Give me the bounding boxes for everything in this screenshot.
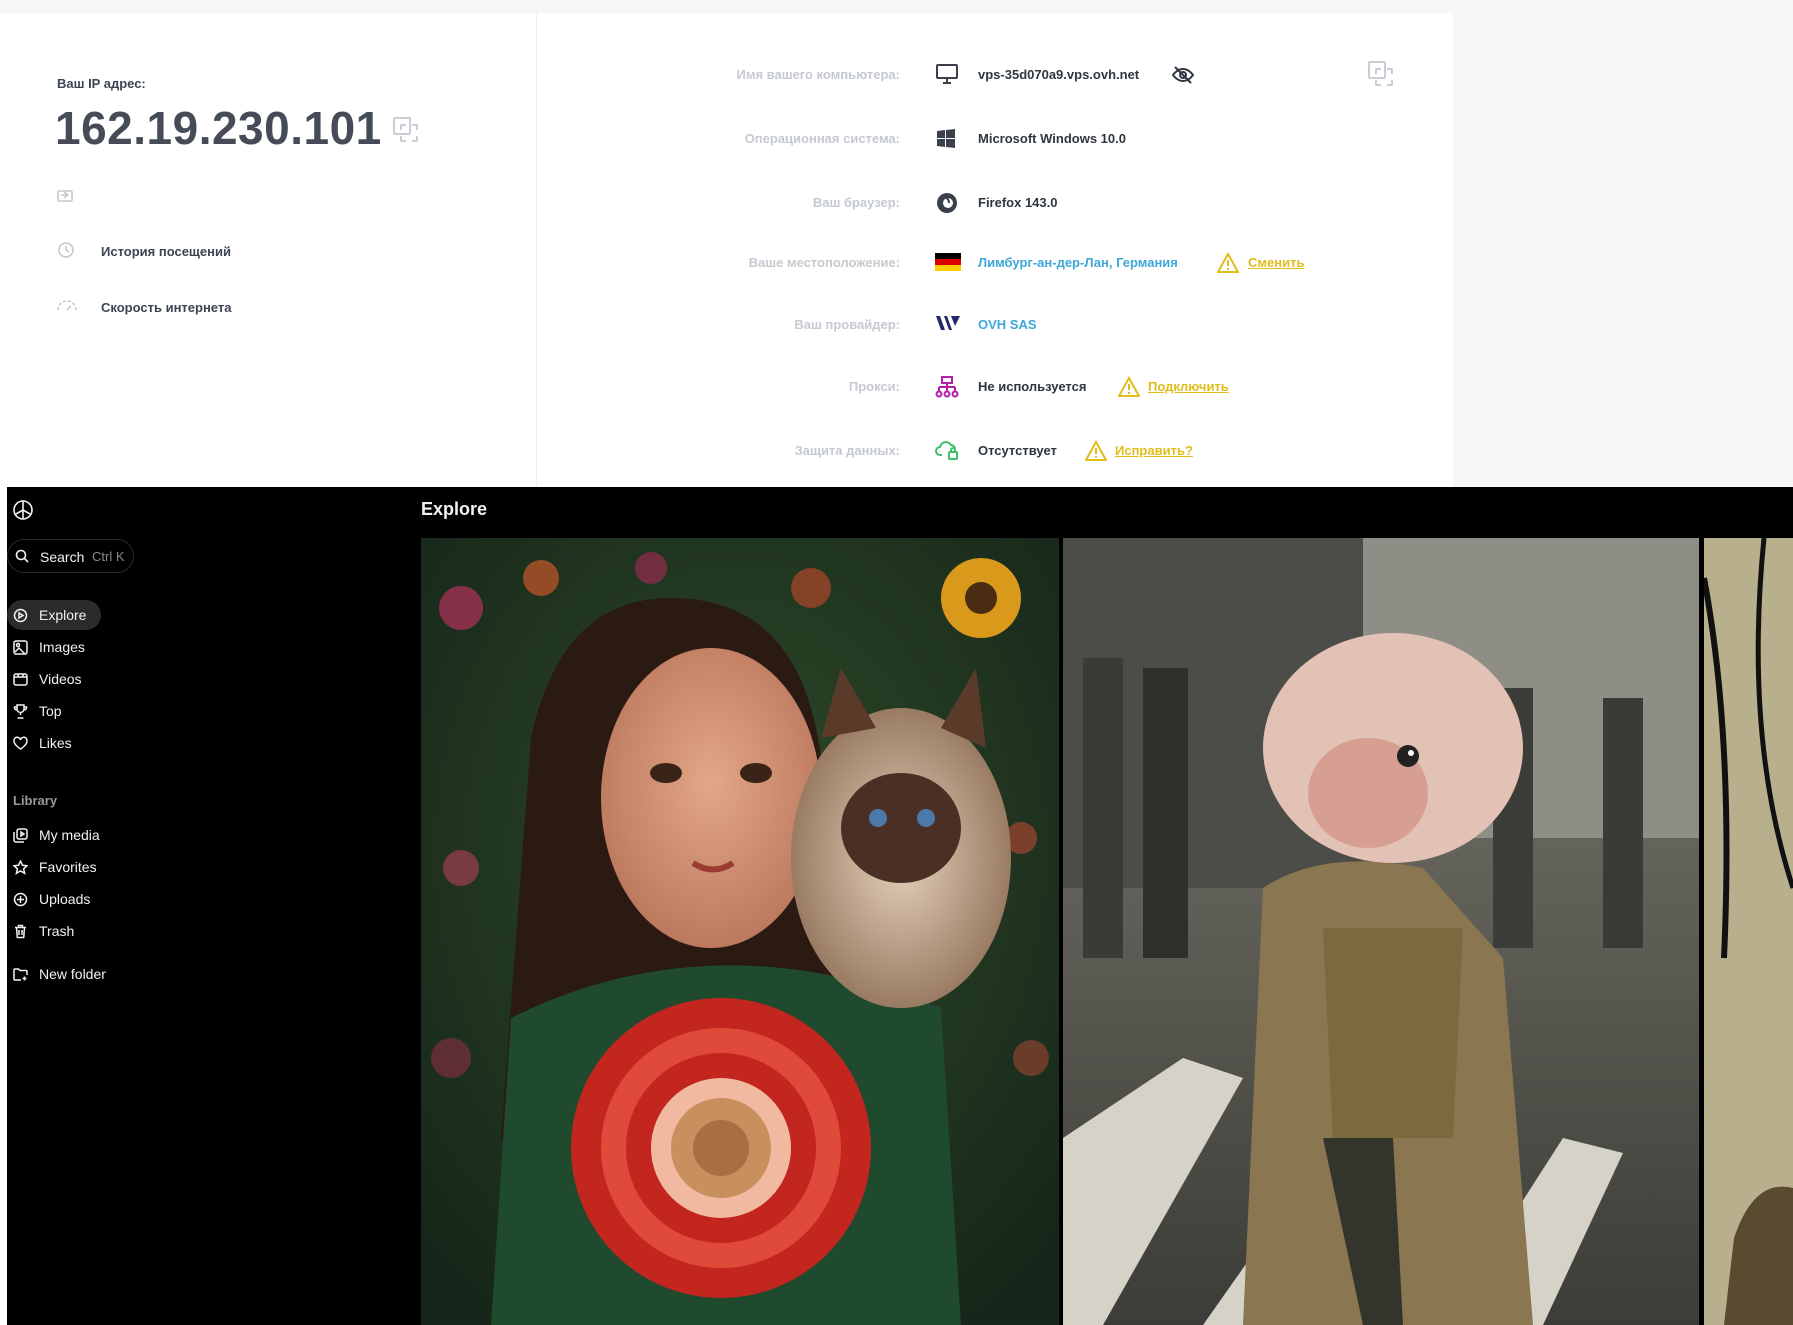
app-logo-icon[interactable] bbox=[12, 499, 34, 521]
row-label: Ваш провайдер: bbox=[794, 317, 900, 332]
firefox-icon bbox=[935, 191, 961, 215]
ip-panel: Ваш IP адрес: 162.19.230.101 История пос… bbox=[0, 13, 537, 487]
nav-uploads[interactable]: Uploads bbox=[7, 884, 187, 914]
media-icon bbox=[13, 828, 28, 843]
monitor-icon bbox=[935, 63, 961, 87]
nav-top[interactable]: Top bbox=[7, 696, 187, 726]
copy-ip-icon[interactable] bbox=[393, 117, 418, 142]
search-label: Search bbox=[40, 549, 85, 565]
nav-label: Favorites bbox=[39, 859, 97, 875]
new-folder-button[interactable]: New folder bbox=[7, 959, 187, 989]
media-app-window: Search Ctrl K Explore Images Videos Top … bbox=[7, 487, 1793, 1325]
search-button[interactable]: Search Ctrl K bbox=[7, 539, 134, 573]
ip-label: Ваш IP адрес: bbox=[57, 76, 146, 91]
woman-with-cat-and-dahlia-image[interactable] bbox=[421, 538, 1059, 1325]
nav-label: Uploads bbox=[39, 891, 91, 907]
connect-proxy-link[interactable]: Подключить bbox=[1148, 379, 1229, 394]
cloud-lock-icon bbox=[935, 439, 961, 463]
row-value: vps-35d070a9.vps.ovh.net bbox=[978, 67, 1140, 82]
row-value: Firefox 143.0 bbox=[978, 195, 1058, 210]
nav-favorites[interactable]: Favorites bbox=[7, 852, 187, 882]
warning-icon bbox=[1216, 251, 1240, 274]
cropped-image[interactable] bbox=[1704, 538, 1793, 1325]
speed-link[interactable]: Скорость интернета bbox=[101, 300, 231, 315]
nav-label: Likes bbox=[39, 735, 72, 751]
trophy-icon bbox=[13, 704, 28, 719]
row-browser: Ваш браузер: Firefox 143.0 bbox=[537, 188, 1453, 218]
germany-flag-icon bbox=[935, 253, 961, 277]
ip-address: 162.19.230.101 bbox=[55, 102, 382, 154]
row-label: Ваше местоположение: bbox=[748, 255, 900, 270]
nav-label: Videos bbox=[39, 671, 82, 687]
nav-videos[interactable]: Videos bbox=[7, 664, 187, 694]
images-icon bbox=[13, 640, 28, 655]
row-label: Защита данных: bbox=[794, 443, 900, 458]
windows-icon bbox=[935, 127, 961, 151]
blobfish-man-in-coat-image[interactable] bbox=[1063, 538, 1699, 1325]
warning-icon bbox=[1117, 375, 1141, 398]
nav-trash[interactable]: Trash bbox=[7, 916, 187, 946]
change-location-link[interactable]: Сменить bbox=[1248, 255, 1304, 270]
page-title: Explore bbox=[421, 499, 488, 519]
nav-likes[interactable]: Likes bbox=[7, 728, 187, 758]
search-icon bbox=[15, 549, 29, 563]
row-value: Microsoft Windows 10.0 bbox=[978, 131, 1126, 146]
nav-label: Top bbox=[39, 703, 62, 719]
row-value: Не используется bbox=[978, 379, 1087, 394]
row-label: Ваш браузер: bbox=[812, 195, 900, 210]
nav-my-media[interactable]: My media bbox=[7, 820, 187, 850]
upload-icon bbox=[13, 892, 28, 907]
nav-label: Images bbox=[39, 639, 85, 655]
fix-protection-link[interactable]: Исправить? bbox=[1115, 443, 1193, 458]
heart-icon bbox=[13, 736, 28, 751]
history-link[interactable]: История посещений bbox=[101, 244, 231, 259]
trash-icon bbox=[13, 924, 28, 939]
videos-icon bbox=[13, 672, 28, 687]
ovh-logo-icon bbox=[935, 313, 961, 337]
hide-eye-icon[interactable] bbox=[1171, 65, 1195, 85]
top-strip bbox=[0, 0, 1453, 13]
nav-explore[interactable]: Explore bbox=[7, 600, 101, 630]
star-icon bbox=[12, 859, 29, 875]
new-folder-icon bbox=[13, 967, 28, 982]
nav-label: Explore bbox=[39, 607, 87, 623]
speed-icon bbox=[56, 296, 77, 316]
nav-label: New folder bbox=[39, 966, 106, 982]
provider-link[interactable]: OVH SAS bbox=[978, 317, 1037, 332]
warning-icon bbox=[1084, 439, 1108, 462]
row-value: Отсутствует bbox=[978, 443, 1057, 458]
sidebar: Search Ctrl K Explore Images Videos Top … bbox=[7, 487, 420, 1325]
row-computer-name: Имя вашего компьютера: vps-35d070a9.vps.… bbox=[537, 60, 1453, 90]
row-os: Операционная система: Microsoft Windows … bbox=[537, 124, 1453, 154]
location-link[interactable]: Лимбург-ан-дер-Лан, Германия bbox=[978, 255, 1178, 270]
nav-label: My media bbox=[39, 827, 100, 843]
row-label: Операционная система: bbox=[744, 131, 900, 146]
row-provider: Ваш провайдер: OVH SAS bbox=[537, 310, 1453, 340]
row-label: Прокси: bbox=[848, 379, 900, 394]
ip-info-page: Ваш IP адрес: 162.19.230.101 История пос… bbox=[0, 0, 1793, 487]
nav-images[interactable]: Images bbox=[7, 632, 187, 662]
row-proxy: Прокси: Не используется Подключить bbox=[537, 372, 1453, 402]
explore-icon bbox=[13, 608, 28, 623]
share-icon[interactable] bbox=[56, 187, 76, 207]
row-location: Ваше местоположение: Лимбург-ан-дер-Лан,… bbox=[537, 248, 1453, 278]
nav-label: Trash bbox=[39, 923, 75, 939]
search-shortcut: Ctrl K bbox=[92, 549, 125, 564]
history-icon bbox=[56, 240, 76, 260]
network-icon bbox=[935, 375, 961, 399]
details-panel: Имя вашего компьютера: vps-35d070a9.vps.… bbox=[537, 13, 1453, 487]
library-heading: Library bbox=[13, 793, 58, 808]
row-data-protection: Защита данных: Отсутствует Исправить? bbox=[537, 436, 1453, 466]
row-label: Имя вашего компьютера: bbox=[736, 67, 900, 82]
